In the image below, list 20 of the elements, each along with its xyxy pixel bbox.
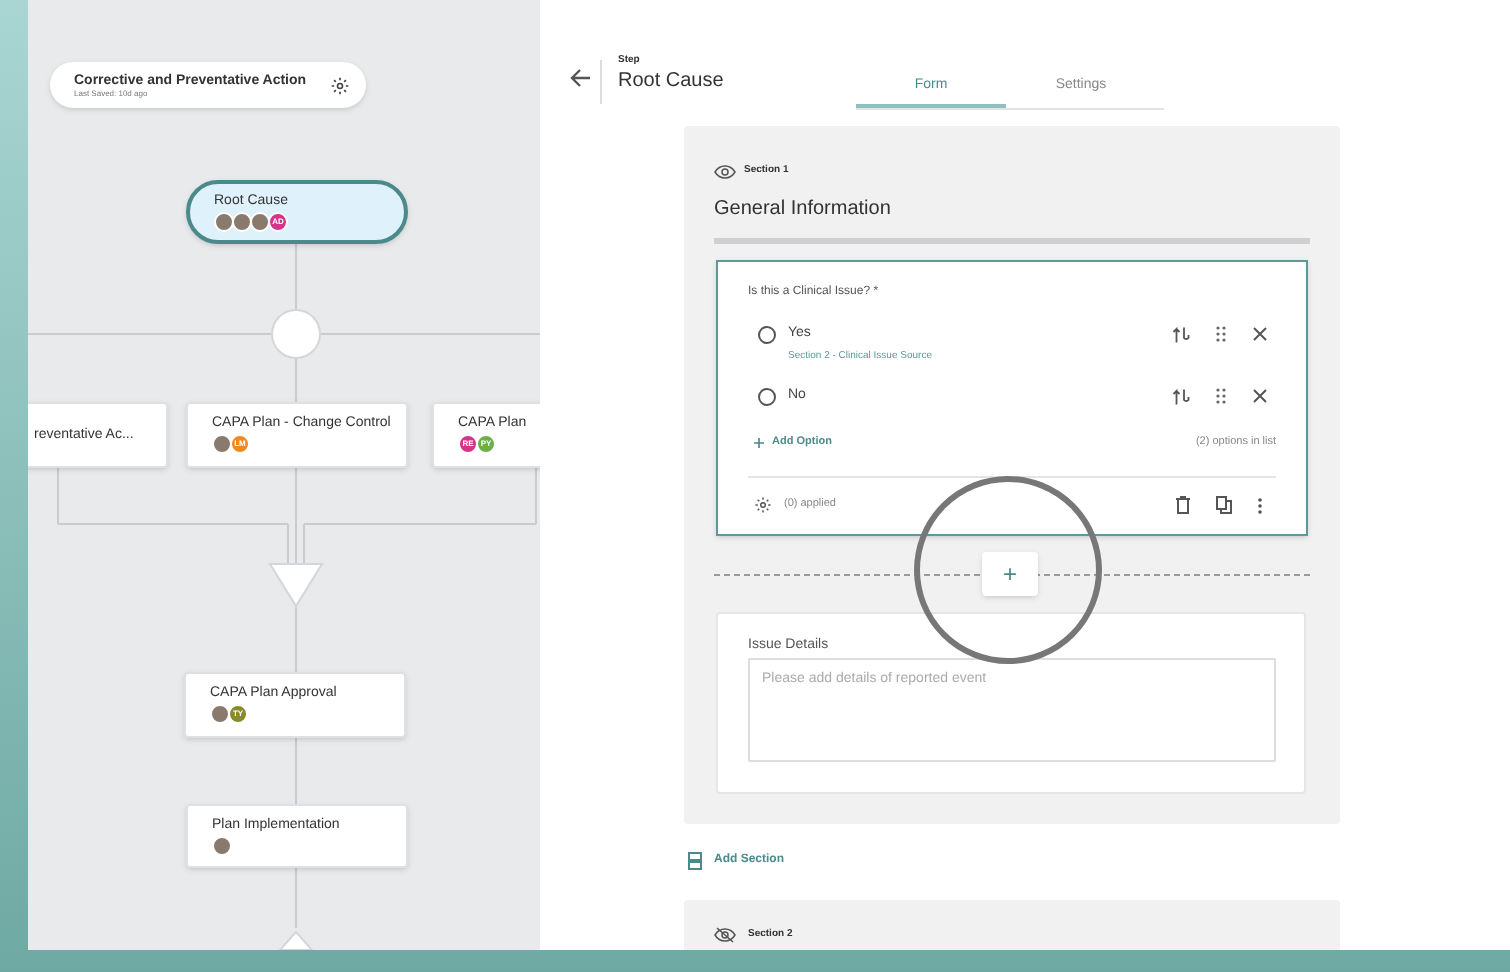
drag-handle-icon[interactable]	[1216, 326, 1226, 343]
section-title: General Information	[714, 196, 891, 224]
drag-handle-icon[interactable]	[1216, 388, 1226, 405]
plus-icon	[754, 437, 764, 448]
radio-button[interactable]	[758, 325, 776, 344]
copy-icon[interactable]	[1216, 496, 1232, 514]
eye-slash-icon[interactable]	[714, 926, 736, 944]
settings-icon[interactable]	[754, 496, 772, 514]
radio-button[interactable]	[758, 387, 776, 406]
back-arrow-icon[interactable]	[570, 68, 592, 88]
trash-icon[interactable]	[1176, 496, 1190, 514]
close-icon[interactable]	[1252, 326, 1268, 343]
close-icon[interactable]	[1252, 388, 1268, 405]
settings-icon[interactable]	[330, 75, 350, 95]
step-title: Root Cause	[618, 72, 724, 92]
branch-icon[interactable]	[1172, 387, 1190, 406]
sections-icon	[688, 852, 702, 870]
branch-icon[interactable]	[1172, 325, 1190, 344]
eye-icon[interactable]	[714, 164, 736, 180]
add-question-button[interactable]: +	[982, 552, 1038, 596]
